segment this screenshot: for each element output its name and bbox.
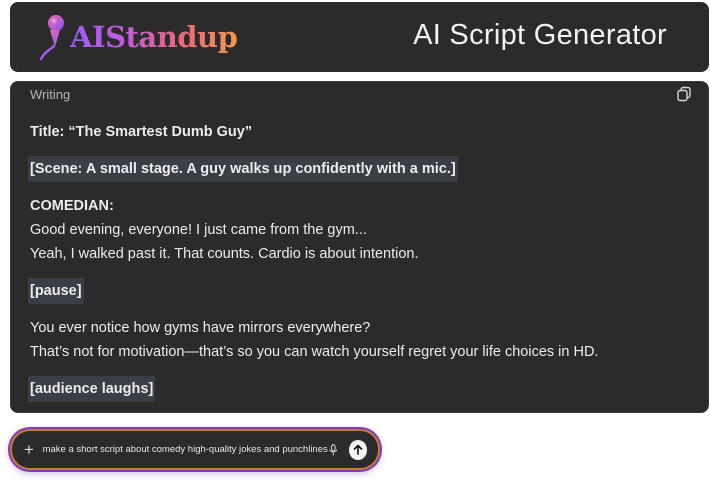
stage-direction-pause: [pause] bbox=[28, 278, 84, 304]
copy-icon[interactable] bbox=[676, 86, 692, 102]
script-line: Yeah, I walked past it. That counts. Car… bbox=[30, 246, 419, 262]
plus-icon[interactable]: + bbox=[24, 441, 35, 458]
ai-standup-logo[interactable]: AIStandup bbox=[38, 13, 238, 61]
send-button[interactable] bbox=[349, 439, 368, 460]
prompt-input[interactable]: make a short script about comedy high-qu… bbox=[43, 444, 328, 455]
page-title: AI Script Generator bbox=[413, 19, 667, 51]
script-line: You ever notice how gyms have mirrors ev… bbox=[30, 320, 371, 336]
logo-text: AIStandup bbox=[70, 20, 238, 54]
chat-input-bar: + make a short script about comedy high-… bbox=[10, 429, 380, 470]
app-header: AIStandup AI Script Generator bbox=[10, 2, 709, 72]
script-line: That’s not for motivation—that’s so you … bbox=[30, 344, 599, 360]
speaker-label: COMEDIAN: bbox=[30, 198, 114, 214]
arrow-up-icon bbox=[353, 444, 363, 455]
panel-label: Writing bbox=[30, 87, 71, 102]
microphone-logo-icon bbox=[39, 15, 64, 61]
script-text: Title: “The Smartest Dumb Guy” [Scene: A… bbox=[28, 120, 688, 402]
stage-direction-laughs: [audience laughs] bbox=[28, 376, 156, 402]
script-output-panel: Writing Title: “The Smartest Dumb Guy” [… bbox=[10, 81, 709, 413]
script-title: Title: “The Smartest Dumb Guy” bbox=[30, 124, 253, 140]
scene-direction: [Scene: A small stage. A guy walks up co… bbox=[28, 156, 458, 182]
microphone-icon[interactable] bbox=[328, 443, 339, 457]
script-line: Good evening, everyone! I just came from… bbox=[30, 222, 367, 238]
